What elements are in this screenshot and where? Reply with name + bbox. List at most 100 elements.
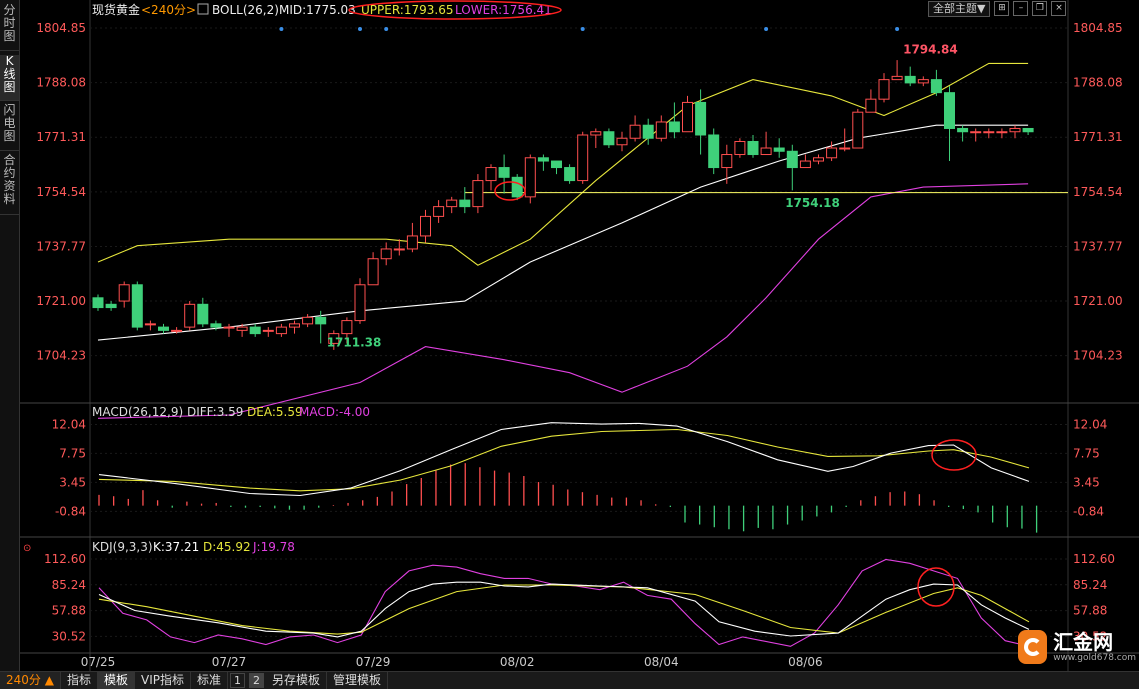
candle-body [171,329,183,332]
kdj-title: KDJ(9,3,3) [92,540,153,554]
period-label: <240分> [141,3,196,17]
candle-body [498,167,510,178]
sidebar-tab-timeshare[interactable]: 分时图 [0,4,19,51]
candle-body [655,121,667,139]
save-template-button[interactable]: 另存模板 [266,672,328,689]
event-marker [279,27,284,31]
x-tick-label: 08/02 [500,655,535,669]
candle-body [682,101,693,133]
candle-body [289,323,300,328]
candle-body [511,176,523,198]
candle-body [406,235,418,250]
y-tick-label-right: 112.60 [1073,552,1115,566]
candle-body [799,160,811,169]
sidebar: 分时图 K线图 闪电图 合约资料 [0,0,20,672]
boll-label: BOLL(26,2) [212,3,279,17]
candle-body [341,320,353,335]
candle-body [393,248,405,251]
price-label: 1711.38 [327,335,382,349]
y-tick-label-left: 1771.31 [36,130,86,144]
restore-icon[interactable]: ❐ [1032,1,1048,16]
candle-body [367,258,379,286]
boll-lower-line [97,183,1029,419]
candle-body [708,134,720,169]
macd-value: MACD:-4.00 [299,405,370,419]
candle-body [380,248,392,260]
tab-num-2[interactable]: 2 [249,673,264,688]
kdj-j-value: J:19.78 [252,540,295,554]
tab-indicator[interactable]: 指标 [61,672,98,689]
candle-body [839,147,851,150]
theme-dropdown[interactable]: 全部主题▼ [928,1,991,17]
tab-num-1[interactable]: 1 [230,673,245,688]
y-tick-label-left: 1788.08 [36,76,86,90]
event-marker [384,27,389,31]
y-tick-label-right: 1721.00 [1073,294,1123,308]
close-icon[interactable]: × [1051,1,1067,16]
candle-body [1009,127,1021,133]
tab-vip[interactable]: VIP指标 [135,672,191,689]
kdj-j-line [98,558,1030,647]
y-tick-label-right: 1754.54 [1073,185,1123,199]
candle-body [1022,127,1034,133]
candle-body [433,206,445,217]
x-tick-label: 07/25 [81,655,116,669]
y-tick-label-right: 1788.08 [1073,76,1123,90]
event-marker [764,27,769,31]
candle-body [118,284,130,302]
boll-mid-value: MID:1775.03 [279,3,356,17]
event-marker [358,27,362,31]
event-marker [580,27,585,31]
y-tick-label-left: 30.52 [52,629,86,643]
x-tick-label: 08/04 [644,655,679,669]
logo-text: 汇金网 [1053,630,1114,654]
y-tick-label-left: 112.60 [44,552,86,566]
sidebar-tab-flash[interactable]: 闪电图 [0,104,19,151]
macd-title: MACD(26,12,9) [92,405,183,419]
boll-lower-value: LOWER:1756.41 [455,3,552,17]
candle-body [197,303,209,325]
kdj-k-line [98,581,1030,638]
y-tick-label-right: 57.88 [1073,604,1107,618]
candle-body [668,121,680,133]
candle-body [813,157,824,162]
y-tick-label-left: 1737.77 [36,239,86,253]
period-select[interactable]: 240分 ▲ [0,672,61,689]
price-label: 1794.84 [903,43,958,57]
y-tick-label-right: 1804.85 [1073,21,1123,35]
candle-body [891,75,903,81]
chart-canvas[interactable]: 1804.85 1804.85 1788.08 1788.08 1771.31 1771.… [0,0,1139,672]
logo: 汇金网 www.gold678.com [1018,627,1136,667]
candle-body [210,323,222,328]
sidebar-tab-kline[interactable]: K线图 [0,55,19,101]
candle-body [904,75,916,84]
candle-body [144,323,156,326]
logo-icon [1018,630,1048,664]
boll-mid-line [97,124,1029,341]
candle-body [236,326,248,331]
boll-icon [197,3,209,15]
candle-body [747,141,759,156]
candle-body [354,284,366,322]
y-tick-label-left: 85.24 [52,578,86,592]
y-tick-label-right: 1771.31 [1073,130,1123,144]
sidebar-tab-contract[interactable]: 合约资料 [0,154,19,215]
grid-icon[interactable]: ⊞ [994,1,1010,16]
candle-body [695,101,707,136]
y-tick-label-right: 7.75 [1073,446,1100,460]
candle-body [734,141,746,156]
y-tick-label-left: -0.84 [55,504,86,518]
candle-body [551,160,562,169]
candle-body [315,316,327,325]
y-tick-label-right: 12.04 [1073,417,1107,431]
minimize-icon[interactable]: – [1013,1,1029,16]
candle-body [524,157,536,198]
y-tick-label-right: 1737.77 [1073,239,1123,253]
candle-body [92,297,104,309]
manage-template-button[interactable]: 管理模板 [327,672,389,689]
x-tick-label: 07/27 [212,655,247,669]
candle-body [773,147,785,152]
tab-template[interactable]: 模板 [97,672,135,689]
candle-body [603,131,615,146]
tab-standard[interactable]: 标准 [191,672,228,689]
